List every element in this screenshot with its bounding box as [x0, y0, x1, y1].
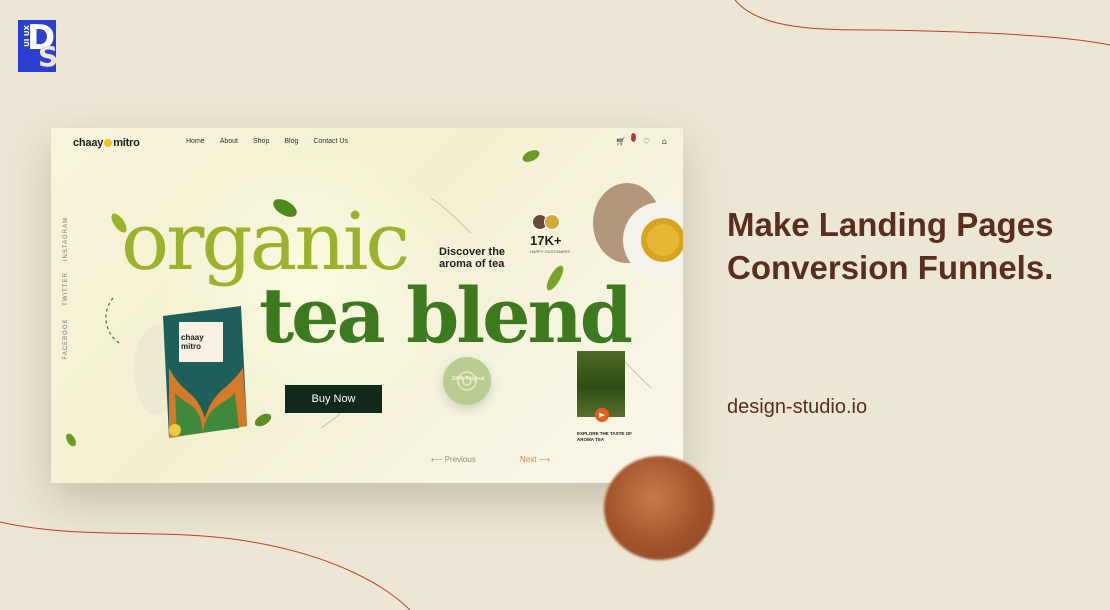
customer-avatars: [532, 214, 560, 230]
next-button[interactable]: Next ⟶: [520, 455, 550, 464]
heart-icon[interactable]: ♡: [643, 137, 650, 146]
arrow-right-icon: ⟶: [536, 455, 551, 464]
brand-dot-icon: [104, 139, 113, 147]
nav-home[interactable]: Home: [186, 138, 205, 145]
studio-logo: UI UX D S: [18, 18, 59, 73]
cart-icon[interactable]: 🛒︎ 2: [616, 133, 636, 146]
cart-badge: 2: [630, 133, 636, 142]
nav-menu: Home About Shop Blog Contact Us: [186, 138, 348, 145]
top-navigation: chaay mitro Home About Shop Blog Contact …: [51, 128, 683, 158]
tagline-heading: Make Landing Pages Conversion Funnels.: [727, 206, 1054, 286]
buy-now-button[interactable]: Buy Now: [285, 385, 382, 413]
headline-line1: organic: [121, 195, 410, 288]
package-label: chaay mitro: [181, 333, 204, 351]
tea-biscuit-image: [604, 456, 714, 560]
brand-part2: mitro: [113, 137, 140, 149]
social-links: INSTAGRAM TWITTER FACEBOOK: [60, 217, 72, 360]
previous-label: Previous: [444, 455, 476, 464]
previous-button[interactable]: ⟵ Previous: [431, 455, 476, 464]
next-label: Next: [520, 455, 537, 464]
studio-url[interactable]: design-studio.io: [727, 396, 867, 419]
user-icon[interactable]: ⌂: [662, 137, 667, 146]
seal-text: 100% Original: [451, 376, 485, 382]
nav-contact[interactable]: Contact Us: [313, 138, 348, 145]
avatar: [544, 214, 560, 230]
discover-text: Discover the aroma of tea: [439, 246, 506, 270]
brand-logo[interactable]: chaay mitro: [73, 137, 140, 149]
nav-icons: 🛒︎ 2 ♡ ⌂: [616, 133, 667, 146]
package-brand1: chaay: [181, 333, 204, 342]
logo-letter-s: S: [38, 40, 59, 73]
tea-package-image: [163, 306, 247, 438]
nav-shop[interactable]: Shop: [253, 138, 269, 145]
landing-page-mockup: chaay mitro Home About Shop Blog Contact …: [51, 128, 683, 483]
stat-label: HAPPY CUSTOMERS: [530, 249, 571, 254]
headline-line2: tea blend: [259, 271, 633, 360]
nav-blog[interactable]: Blog: [284, 138, 298, 145]
social-facebook[interactable]: FACEBOOK: [63, 307, 69, 371]
stat-value: 17K+: [530, 233, 562, 248]
package-brand2: mitro: [181, 342, 201, 351]
explore-text: EXPLORE THE TASTE OF AROMA TEA: [577, 431, 632, 442]
nav-about[interactable]: About: [220, 138, 238, 145]
arrow-left-icon: ⟵: [431, 455, 445, 464]
brand-part1: chaay: [73, 137, 104, 149]
play-icon[interactable]: ▶: [595, 408, 609, 422]
